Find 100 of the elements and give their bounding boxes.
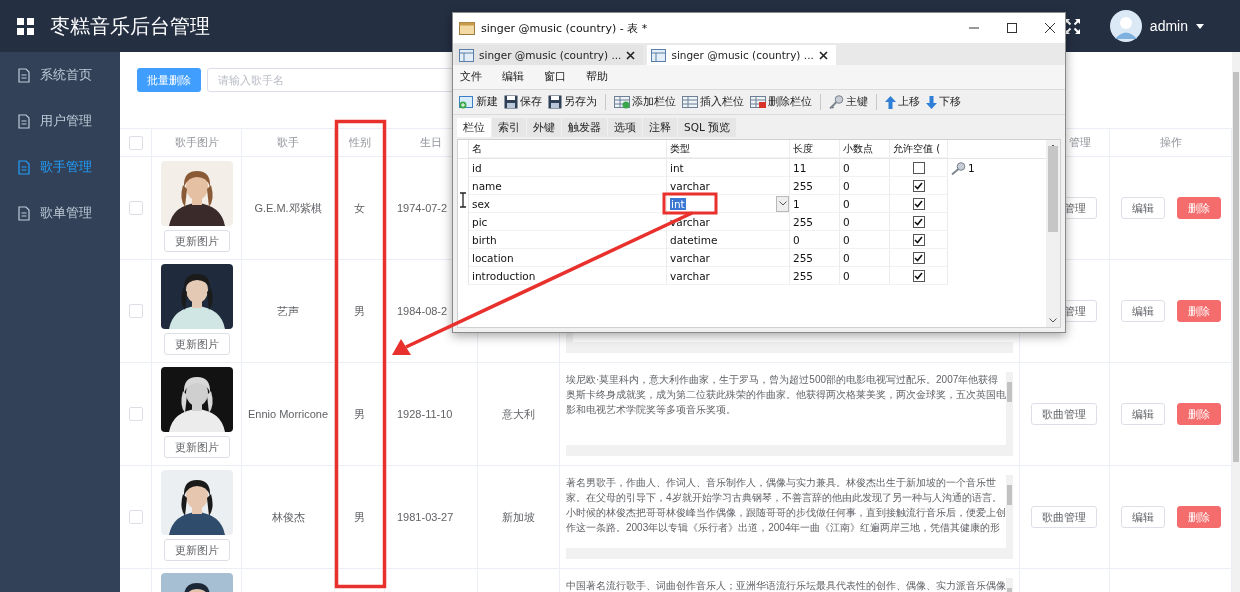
column-header: 管理 (1069, 135, 1091, 150)
table-cell: varchar (667, 267, 790, 285)
arrow-down-icon (926, 95, 937, 109)
table-cell: int (667, 159, 790, 177)
sidebar-item[interactable]: 歌手管理 (0, 144, 120, 190)
intro-box[interactable]: 著名男歌手，作曲人、作词人、音乐制作人，偶像与实力兼具。林俊杰出生于新加坡的一个音乐世家。在父母的引导下，4岁就开始学习古典钢琴，不善言辞的他由此发现了另一种与人沟通的语言。小时候的林俊杰把哥哥林俊峰当作偶像，跟随哥哥的步伐做任何事，直到接触流行音乐后，便爱上创作这一条路。2003年以专辑《乐行者》出道，2004年一曲《江南》红遍两岸三地，凭借其健康的形 (566, 475, 1013, 559)
tab[interactable]: SQL 预览 (678, 118, 737, 137)
document-tab[interactable]: singer @music (country) ... (455, 45, 644, 65)
column-header: 歌手图片 (174, 135, 219, 150)
tab[interactable]: 触发器 (562, 118, 607, 137)
table-cell: introduction (469, 267, 667, 285)
maximize-icon[interactable] (1006, 22, 1018, 34)
menu-item[interactable]: 窗口 (544, 70, 566, 84)
type-field[interactable]: int (667, 195, 776, 212)
toolbar-button[interactable]: 删除栏位 (748, 92, 814, 112)
table-cell: id (469, 159, 667, 177)
singer-name: G.E.M.邓紫棋 (254, 200, 322, 216)
table-cell: birth (469, 231, 667, 249)
toolbar-button[interactable]: 上移 (883, 92, 922, 112)
table-cell: name (469, 177, 667, 195)
update-picture-button[interactable]: 更新图片 (163, 230, 230, 252)
gender-text: 男 (354, 509, 365, 525)
edit-button[interactable]: 编辑 (1120, 197, 1165, 219)
scrollbar[interactable] (566, 342, 1013, 353)
gender-text: 女 (354, 200, 365, 216)
column-header: 允许空值 ( (890, 140, 948, 158)
user-name[interactable]: admin (1149, 18, 1188, 34)
column-header: 性别 (348, 135, 371, 150)
tab[interactable]: 选项 (608, 118, 642, 137)
highlight-frame (662, 192, 718, 215)
checkbox[interactable] (912, 215, 925, 228)
dropdown-button[interactable] (776, 195, 789, 212)
table-cell: 0 (840, 213, 890, 231)
caret-icon[interactable] (1196, 23, 1204, 29)
scrollbar[interactable] (1046, 140, 1060, 327)
toolbar-button[interactable]: 新建 (457, 92, 500, 112)
table-cell: varchar (667, 177, 790, 195)
menu-item[interactable]: 帮助 (586, 70, 608, 84)
chevron-down-icon[interactable] (1049, 318, 1057, 323)
toolbar-button[interactable]: 下移 (924, 92, 963, 112)
checkbox[interactable] (912, 161, 925, 174)
sidebar-item[interactable]: 系统首页 (0, 52, 120, 98)
tab[interactable]: 栏位 (457, 118, 491, 137)
table-cell: pic (469, 213, 667, 231)
checkbox[interactable] (912, 197, 925, 210)
birth-date: 1984-08-2 (397, 305, 448, 317)
table-cell: 0 (840, 177, 890, 195)
region-text: 新加坡 (502, 509, 535, 525)
singer-name: 艺声 (277, 303, 299, 319)
window-title: singer @music (country) - 表 * (481, 20, 648, 36)
intro-box[interactable]: 埃尼欧·莫里科内，意大利作曲家，生于罗马，曾为超过500部的电影电视写过配乐。2007年他获得奥斯卡终身成就奖，成为第二位获此殊荣的作曲家。他获得两次格莱美奖，两次金球奖，五次英国电影和电视艺术学院奖等多项音乐奖项。 (566, 372, 1013, 456)
intro-text: 埃尼欧·莫里科内，意大利作曲家，生于罗马，曾为超过500部的电影电视写过配乐。2007年他获得奥斯卡终身成就奖，成为第二位获此殊荣的作曲家。他获得两次格莱美奖，两次金球奖，五次英国电影和电视艺术学院奖等多项音乐奖项。 (566, 373, 1006, 417)
edit-button[interactable]: 编辑 (1120, 506, 1165, 528)
song-manage-button[interactable]: 歌曲管理 (1031, 506, 1097, 528)
edit-button[interactable]: 编辑 (1120, 300, 1165, 322)
toolbar-button[interactable]: 主键 (827, 92, 870, 112)
edit-button[interactable]: 编辑 (1120, 403, 1165, 425)
checkbox[interactable] (912, 269, 925, 282)
key-order: 1 (968, 162, 975, 174)
close-icon[interactable] (1044, 22, 1056, 34)
toolbar-button[interactable]: 添加栏位 (612, 92, 678, 112)
table-column-icon (682, 95, 698, 109)
update-picture-button[interactable]: 更新图片 (163, 539, 230, 561)
birth-date: 1981-03-27 (397, 511, 454, 523)
scrollbar[interactable] (1006, 475, 1013, 548)
toolbar-button[interactable]: 另存为 (546, 92, 599, 112)
document-icon (18, 205, 30, 221)
scrollbar[interactable] (1232, 52, 1240, 592)
checkbox[interactable] (912, 179, 925, 192)
table-cell: 255 (790, 177, 840, 195)
tab[interactable]: 注释 (643, 118, 677, 137)
close-icon[interactable] (626, 50, 636, 60)
update-picture-button[interactable]: 更新图片 (163, 333, 230, 355)
column-header: 操作 (1159, 135, 1182, 150)
menu-item[interactable]: 文件 (460, 70, 482, 84)
toolbar-button[interactable]: 保存 (502, 92, 544, 112)
tab[interactable]: 索引 (492, 118, 526, 137)
checkbox[interactable] (912, 251, 925, 264)
arrow-up-icon (885, 95, 896, 109)
app-title: 枣糕音乐后台管理 (50, 12, 210, 40)
document-tab[interactable]: singer @music (country) ... (647, 45, 836, 65)
checkbox[interactable] (912, 233, 925, 246)
toolbar-button[interactable]: 插入栏位 (680, 92, 746, 112)
sidebar-item[interactable]: 歌单管理 (0, 190, 120, 236)
table-cell: 0 (840, 249, 890, 267)
fullscreen-icon[interactable] (1064, 18, 1080, 34)
table-column-icon (750, 95, 766, 109)
update-picture-button[interactable]: 更新图片 (163, 436, 230, 458)
close-icon[interactable] (818, 50, 828, 60)
scrollbar[interactable] (1006, 372, 1013, 445)
menu-item[interactable]: 编辑 (502, 70, 524, 84)
table-cell: 255 (790, 213, 840, 231)
chevron-down-icon (778, 201, 787, 206)
sidebar-item[interactable]: 用户管理 (0, 98, 120, 144)
avatar[interactable] (1109, 10, 1142, 42)
column-header: 小数点 (840, 140, 890, 158)
tab[interactable]: 外键 (527, 118, 561, 137)
song-manage-button[interactable]: 歌曲管理 (1031, 403, 1097, 425)
grid-icon[interactable] (17, 17, 34, 35)
document-icon (18, 67, 30, 83)
